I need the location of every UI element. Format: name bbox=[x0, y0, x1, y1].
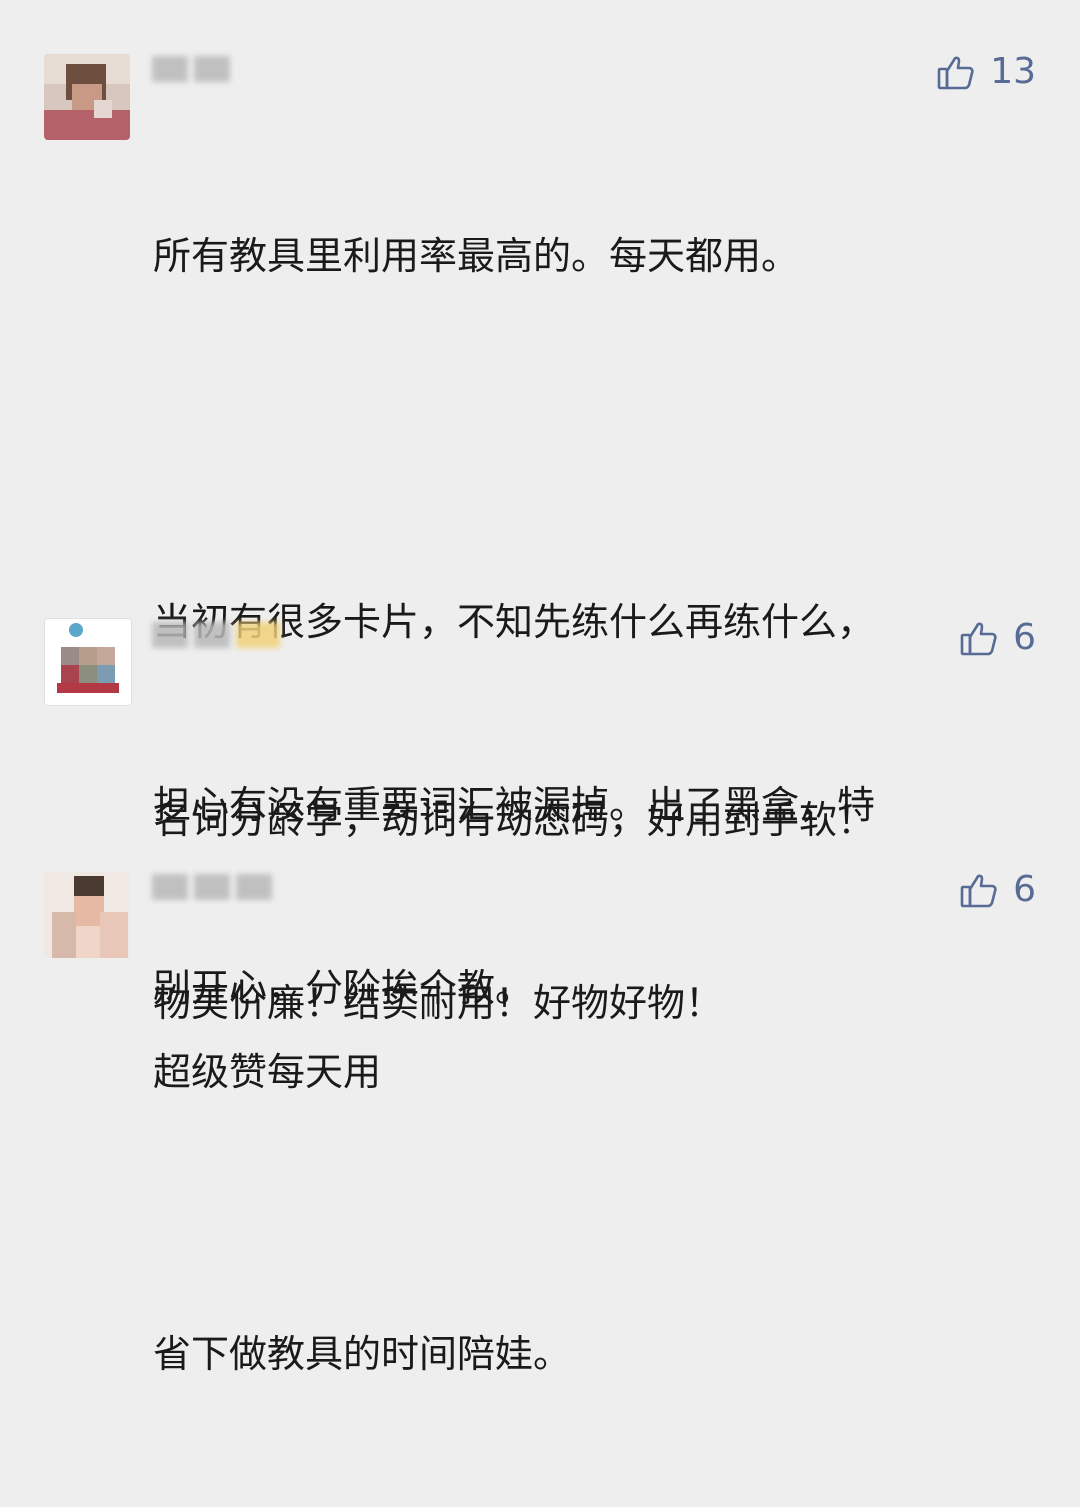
like-count: 6 bbox=[1013, 617, 1036, 658]
comment-line: 超级赞每天用 bbox=[153, 1050, 382, 1094]
thumbs-up-icon bbox=[936, 52, 976, 92]
like-count: 13 bbox=[990, 51, 1036, 92]
nickname-blurred bbox=[152, 618, 286, 654]
comment-line: 省下做教具的时间陪娃。 bbox=[153, 1332, 572, 1376]
comment-text: 超级赞每天用 bbox=[153, 920, 1033, 1225]
nickname-blurred bbox=[152, 52, 236, 88]
thumbs-up-icon bbox=[959, 618, 999, 658]
paragraph-spacer bbox=[153, 409, 1033, 470]
comment-line: 名词分龄学，动词有动态码，好用到手软！ bbox=[153, 798, 876, 842]
like-button[interactable]: 6 bbox=[959, 870, 1036, 910]
avatar[interactable] bbox=[44, 54, 130, 140]
avatar[interactable] bbox=[44, 618, 132, 706]
thumbs-up-icon bbox=[959, 870, 999, 910]
avatar[interactable] bbox=[44, 872, 130, 958]
nickname-blurred bbox=[152, 870, 278, 906]
like-button[interactable]: 13 bbox=[936, 52, 1036, 92]
like-count: 6 bbox=[1013, 869, 1036, 910]
like-button[interactable]: 6 bbox=[959, 618, 1036, 658]
comment-line: 所有教具里利用率最高的。每天都用。 bbox=[153, 234, 800, 278]
